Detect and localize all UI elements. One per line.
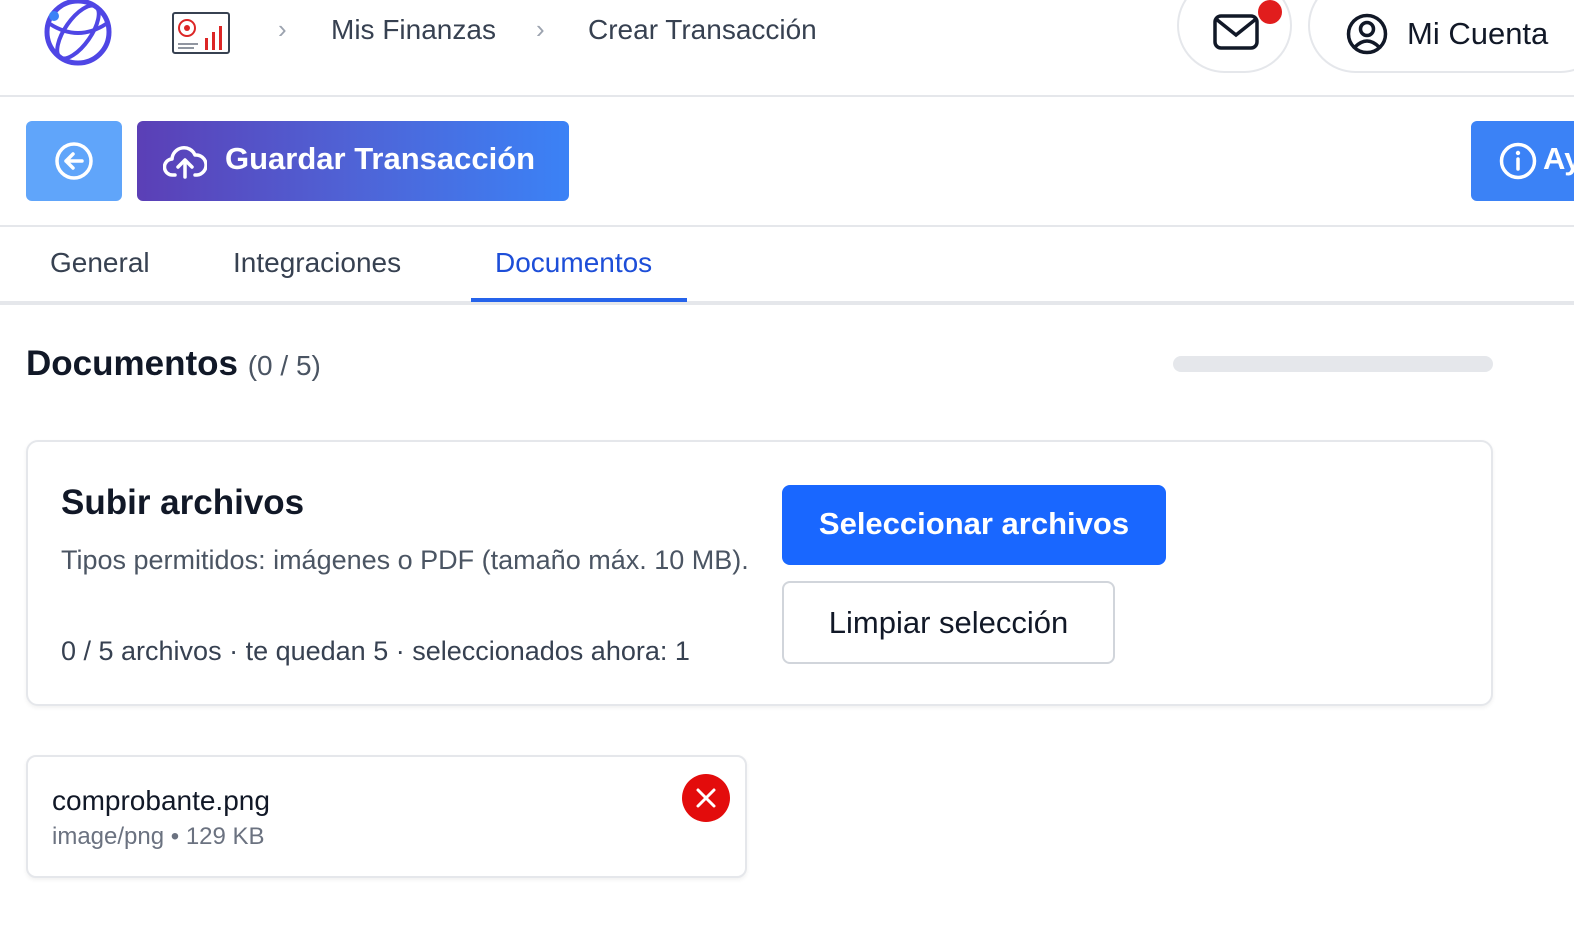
user-circle-icon [1346,13,1388,55]
finance-report-icon[interactable] [172,12,230,54]
save-transaction-button[interactable]: Guardar Transacción [137,121,569,201]
upload-description: Tipos permitidos: imágenes o PDF (tamaño… [61,545,749,575]
chevron-right-icon: › [536,14,545,44]
breadcrumb-crear-transaccion: Crear Transacción [588,14,817,45]
chevron-right-icon: › [278,14,287,44]
upload-title: Subir archivos [61,483,305,522]
documents-title: Documentos [26,344,238,383]
documents-progress-bar [1173,356,1493,372]
help-label: Ayuda [1543,141,1574,176]
clear-selection-button[interactable]: Limpiar selección [782,581,1115,664]
mail-icon [1213,14,1259,50]
documents-count: (0 / 5) [247,350,321,381]
tab-documentos[interactable]: Documentos [495,247,652,279]
clear-selection-label: Limpiar selección [828,605,1069,640]
file-item: comprobante.png image/png • 129 KB [26,755,747,878]
cloud-upload-icon [163,146,207,179]
account-label: Mi Cuenta [1407,16,1549,51]
save-transaction-label: Guardar Transacción [225,141,536,176]
account-button[interactable]: Mi Cuenta [1308,0,1574,73]
tab-integraciones[interactable]: Integraciones [233,247,401,279]
upload-status: 0 / 5 archivos · te quedan 5 · seleccion… [61,636,690,666]
documents-heading: Documentos (0 / 5) [26,344,321,384]
top-header: › Mis Finanzas › Crear Transacción Mi Cu… [0,0,1574,97]
breadcrumb-mis-finanzas[interactable]: Mis Finanzas [331,14,496,46]
close-icon [696,788,716,808]
file-name: comprobante.png [52,785,270,816]
notification-badge [1258,0,1282,24]
tab-general[interactable]: General [50,247,150,279]
select-files-label: Seleccionar archivos [818,506,1130,541]
tab-bar: General Integraciones Documentos [0,227,1574,305]
back-button[interactable] [26,121,122,201]
info-circle-icon [1499,142,1537,180]
remove-file-button[interactable] [682,774,730,822]
arrow-left-circle-icon [55,142,93,180]
action-toolbar: Guardar Transacción Ayuda [0,97,1574,227]
upload-card: Subir archivos Tipos permitidos: imágene… [26,440,1493,706]
help-button[interactable]: Ayuda [1471,121,1574,201]
file-meta: image/png • 129 KB [52,823,265,850]
select-files-button[interactable]: Seleccionar archivos [782,485,1166,565]
globe-logo-icon[interactable] [42,0,114,70]
active-tab-indicator [471,298,687,302]
